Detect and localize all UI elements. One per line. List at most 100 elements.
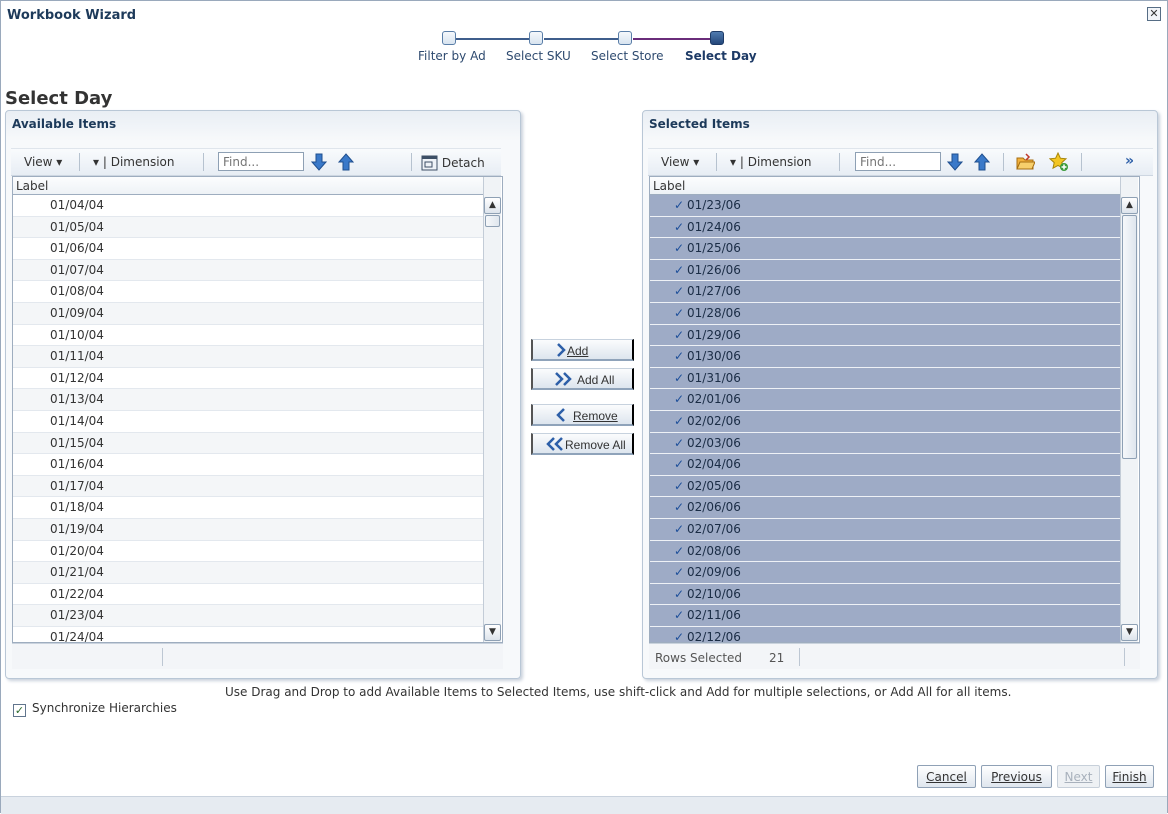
list-item[interactable]: 01/22/04 — [13, 584, 483, 606]
selected-list-item[interactable]: ✓ 02/05/06 — [650, 475, 1120, 498]
close-icon[interactable]: ✕ — [1147, 7, 1161, 21]
next-button[interactable]: Next — [1057, 765, 1100, 788]
list-item[interactable]: 01/18/04 — [13, 497, 483, 519]
scroll-thumb[interactable] — [1122, 215, 1137, 459]
selected-list-item[interactable]: ✓ 01/29/06 — [650, 324, 1120, 347]
train-connector — [456, 38, 536, 40]
list-item[interactable]: 01/06/04 — [13, 238, 483, 260]
list-item[interactable]: 01/07/04 — [13, 259, 483, 282]
list-item[interactable]: 01/13/04 — [13, 389, 483, 411]
list-item[interactable]: 01/11/04 — [13, 346, 483, 368]
double-chevron-left-icon — [546, 437, 563, 451]
list-item[interactable]: 01/08/04 — [13, 281, 483, 303]
title-bar: Workbook Wizard ✕ — [1, 1, 1167, 29]
scroll-up-icon[interactable]: ▲ — [484, 197, 501, 214]
selected-list-item[interactable]: ✓ 02/10/06 — [650, 583, 1120, 606]
view-menu-button[interactable]: View ▾ — [661, 155, 699, 169]
remove-button[interactable]: Remove — [531, 404, 634, 426]
list-item[interactable]: 01/24/04 — [13, 627, 483, 642]
selected-list-item[interactable]: ✓ 02/01/06 — [650, 389, 1120, 411]
list-item[interactable]: 01/16/04 — [13, 454, 483, 476]
add-all-button[interactable]: Add All — [531, 368, 634, 390]
list-item[interactable]: 01/15/04 — [13, 432, 483, 455]
selected-list-item[interactable]: ✓ 02/12/06 — [650, 627, 1120, 642]
check-icon: ✓ — [674, 392, 685, 407]
workbook-wizard-dialog: Workbook Wizard ✕ Filter by Ad Select SK… — [0, 0, 1168, 814]
selected-item-label: 02/02/06 — [687, 414, 741, 428]
selected-list-item[interactable]: ✓ 02/07/06 — [650, 519, 1120, 541]
find-next-down-icon[interactable] — [945, 152, 965, 172]
selected-list-item[interactable]: ✓ 01/30/06 — [650, 346, 1120, 368]
add-button[interactable]: Add — [531, 339, 634, 361]
selected-list-item[interactable]: ✓ 01/24/06 — [650, 216, 1120, 239]
selected-list-item[interactable]: ✓ 02/06/06 — [650, 497, 1120, 519]
train-label-select-sku[interactable]: Select SKU — [506, 49, 571, 63]
selected-list-item[interactable]: ✓ 02/03/06 — [650, 432, 1120, 455]
available-scrollbar[interactable]: ▲ ▼ — [483, 177, 501, 642]
check-icon: ✓ — [674, 414, 685, 428]
scroll-down-icon[interactable]: ▼ — [1121, 624, 1138, 641]
check-icon: ✓ — [674, 478, 685, 493]
find-previous-up-icon[interactable] — [336, 152, 356, 172]
dimension-menu-button[interactable]: ▾ | Dimension — [93, 155, 175, 169]
scroll-thumb[interactable] — [485, 215, 500, 227]
list-item[interactable]: 01/04/04 — [13, 195, 483, 217]
chevron-left-icon — [556, 408, 565, 422]
column-header-label[interactable]: Label — [650, 177, 1120, 195]
train-stop-select-store[interactable] — [618, 31, 632, 45]
scroll-up-icon[interactable]: ▲ — [1121, 197, 1138, 214]
list-item[interactable]: 01/20/04 — [13, 541, 483, 563]
selected-list-item[interactable]: ✓ 01/31/06 — [650, 367, 1120, 390]
status-separator — [1124, 648, 1125, 666]
selected-item-label: 02/04/06 — [687, 457, 741, 472]
train-stop-select-day[interactable] — [710, 31, 724, 45]
previous-button[interactable]: Previous — [981, 765, 1052, 788]
cancel-button[interactable]: Cancel — [917, 765, 976, 788]
list-item[interactable]: 01/09/04 — [13, 303, 483, 325]
dimension-menu-button[interactable]: ▾ | Dimension — [730, 155, 812, 169]
selected-list-item[interactable]: ✓ 01/25/06 — [650, 238, 1120, 260]
open-folder-icon[interactable] — [1015, 152, 1035, 172]
list-item[interactable]: 01/21/04 — [13, 562, 483, 584]
selected-list-item[interactable]: ✓ 01/28/06 — [650, 303, 1120, 325]
next-label: Next — [1064, 769, 1093, 784]
list-item[interactable]: 01/05/04 — [13, 216, 483, 239]
find-input[interactable] — [855, 152, 941, 171]
selected-list-item[interactable]: ✓ 01/23/06 — [650, 195, 1120, 217]
train-label-select-day: Select Day — [685, 49, 757, 63]
list-item[interactable]: 01/19/04 — [13, 519, 483, 541]
train-stop-filter-by-ad[interactable] — [442, 31, 456, 45]
remove-all-button[interactable]: Remove All — [531, 433, 634, 455]
favorite-add-icon[interactable] — [1049, 152, 1069, 172]
train-label-select-store[interactable]: Select Store — [591, 49, 664, 63]
selected-list-item[interactable]: ✓ 02/11/06 — [650, 605, 1120, 627]
selected-list-item[interactable]: ✓ 02/04/06 — [650, 454, 1120, 476]
view-menu-button[interactable]: View ▾ — [24, 155, 62, 169]
check-icon: ✓ — [674, 522, 685, 536]
finish-button[interactable]: Finish — [1105, 765, 1154, 788]
selected-list-item[interactable]: ✓ 02/08/06 — [650, 540, 1120, 563]
list-item[interactable]: 01/10/04 — [13, 325, 483, 347]
more-actions-icon[interactable]: » — [1125, 153, 1134, 169]
find-next-down-icon[interactable] — [309, 152, 329, 172]
selected-list-item[interactable]: ✓ 01/26/06 — [650, 259, 1120, 282]
detach-button[interactable]: Detach — [421, 155, 485, 171]
selected-scrollbar[interactable]: ▲ ▼ — [1120, 177, 1138, 642]
check-icon: ✓ — [674, 608, 685, 623]
selected-list-item[interactable]: ✓ 01/27/06 — [650, 281, 1120, 303]
synchronize-hierarchies-option[interactable]: ✓ Synchronize Hierarchies — [13, 701, 177, 717]
train-label-filter-by-ad[interactable]: Filter by Ad — [418, 49, 486, 63]
list-item[interactable]: 01/14/04 — [13, 411, 483, 433]
list-item[interactable]: 01/12/04 — [13, 368, 483, 390]
synchronize-hierarchies-checkbox[interactable]: ✓ — [13, 704, 26, 717]
check-icon: ✓ — [674, 219, 685, 234]
train-stop-select-sku[interactable] — [529, 31, 543, 45]
scroll-down-icon[interactable]: ▼ — [484, 624, 501, 641]
find-previous-up-icon[interactable] — [972, 152, 992, 172]
list-item[interactable]: 01/23/04 — [13, 605, 483, 627]
selected-list-item[interactable]: ✓ 02/09/06 — [650, 562, 1120, 584]
selected-list-item[interactable]: ✓ 02/02/06 — [650, 411, 1120, 433]
list-item[interactable]: 01/17/04 — [13, 475, 483, 498]
find-input[interactable] — [218, 152, 304, 171]
column-header-label[interactable]: Label — [13, 177, 483, 195]
